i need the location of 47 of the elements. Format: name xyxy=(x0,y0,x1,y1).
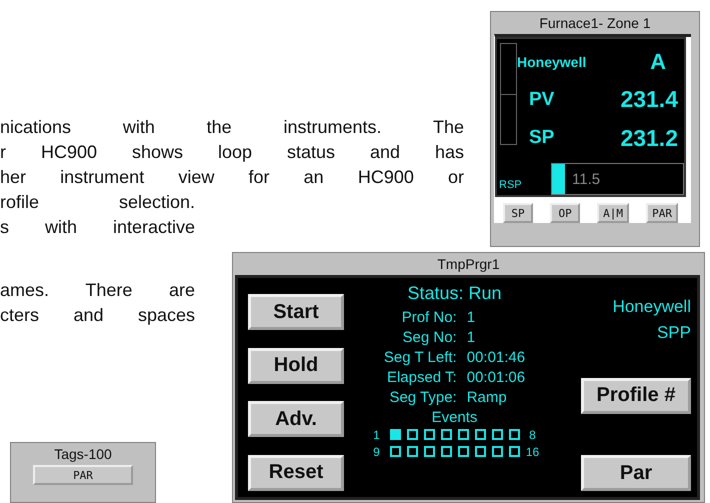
body-text-line: cters and spaces xyxy=(0,304,195,327)
model-label: SPP xyxy=(656,322,691,344)
body-text-line: r HC900 shows loop status and has xyxy=(0,141,464,164)
field-label: Seg T Left: xyxy=(384,348,457,368)
event-number: 8 xyxy=(528,428,537,442)
faceplate-button[interactable]: PAR xyxy=(646,203,678,223)
output-reading: 11.5 xyxy=(572,170,600,188)
faceplate-button[interactable]: OP xyxy=(550,203,580,223)
brand-label: Honeywell xyxy=(517,54,586,70)
pv-label: PV xyxy=(529,88,554,111)
faceplate-title: Furnace1- Zone 1 xyxy=(538,14,652,33)
profile-button[interactable]: Profile # xyxy=(581,378,691,414)
field-value: 1 xyxy=(466,308,476,328)
body-text-line: her instrument view for an HC900 or xyxy=(0,166,464,189)
field-value: 1 xyxy=(466,328,476,348)
event-number: 1 xyxy=(372,428,381,442)
programmer-title: TmpPrgr1 xyxy=(436,255,501,274)
event-number: 16 xyxy=(526,444,540,458)
body-text-line: nications with the instruments. The xyxy=(0,116,464,139)
command-button[interactable]: Start xyxy=(248,294,344,330)
field-label: Elapsed T: xyxy=(386,368,457,388)
rsp-label: RSP xyxy=(498,179,523,193)
sp-value: 231.2 xyxy=(620,124,678,152)
faceplate-button[interactable]: SP xyxy=(503,203,533,223)
par-button[interactable]: PAR xyxy=(33,465,133,485)
command-button[interactable]: Hold xyxy=(248,348,344,384)
field-value: 00:01:46 xyxy=(466,348,526,368)
field-value: Ramp xyxy=(466,388,508,408)
field-label: Prof No: xyxy=(400,308,457,328)
body-text-line: ames. There are xyxy=(0,279,195,302)
field-label: Seg Type: xyxy=(388,388,457,408)
brand-label: Honeywell xyxy=(612,296,691,318)
field-label: Seg No: xyxy=(402,328,457,348)
tags-title: Tags-100 xyxy=(54,445,112,464)
body-text-line: rofile selection. xyxy=(0,191,195,214)
pv-value: 231.4 xyxy=(620,86,678,114)
mode-indicator: A xyxy=(650,48,666,75)
body-text-line: s with interactive xyxy=(0,216,195,239)
status-text: Status: Run xyxy=(407,282,502,304)
event-number: 9 xyxy=(372,444,381,458)
command-button[interactable]: Reset xyxy=(248,454,344,491)
events-label: Events xyxy=(432,410,478,426)
field-value: 00:01:06 xyxy=(466,368,526,388)
faceplate-button[interactable]: A|M xyxy=(597,203,630,223)
sp-label: SP xyxy=(529,127,554,150)
command-button[interactable]: Adv. xyxy=(248,401,344,438)
par-button[interactable]: Par xyxy=(581,455,691,491)
